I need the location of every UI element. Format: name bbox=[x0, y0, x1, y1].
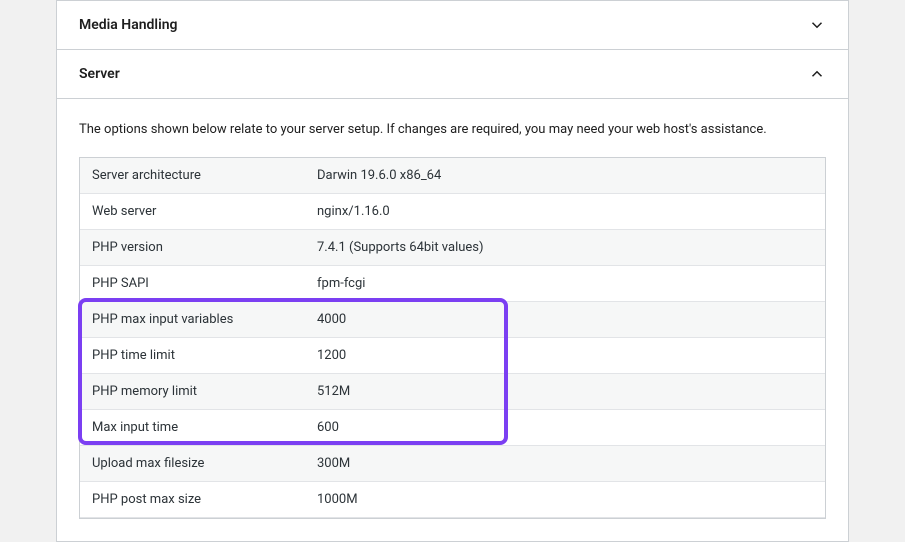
chevron-up-icon bbox=[808, 65, 826, 83]
row-value: 600 bbox=[305, 410, 825, 445]
table-row: PHP SAPI fpm-fcgi bbox=[80, 266, 825, 302]
chevron-down-icon bbox=[808, 16, 826, 34]
row-value: 1200 bbox=[305, 338, 825, 373]
row-label: Upload max filesize bbox=[80, 446, 305, 481]
row-label: Web server bbox=[80, 194, 305, 229]
media-handling-title: Media Handling bbox=[79, 17, 178, 33]
table-row: PHP post max size 1000M bbox=[80, 482, 825, 518]
row-value: 512M bbox=[305, 374, 825, 409]
table-row: PHP max input variables 4000 bbox=[80, 302, 825, 338]
row-label: PHP time limit bbox=[80, 338, 305, 373]
table-row: PHP memory limit 512M bbox=[80, 374, 825, 410]
table-row: PHP version 7.4.1 (Supports 64bit values… bbox=[80, 230, 825, 266]
row-label: PHP version bbox=[80, 230, 305, 265]
row-label: Server architecture bbox=[80, 158, 305, 193]
table-row: Server architecture Darwin 19.6.0 x86_64 bbox=[80, 158, 825, 194]
table-row: Web server nginx/1.16.0 bbox=[80, 194, 825, 230]
server-title: Server bbox=[79, 66, 120, 82]
table-row: Upload max filesize 300M bbox=[80, 446, 825, 482]
row-label: PHP memory limit bbox=[80, 374, 305, 409]
server-description: The options shown below relate to your s… bbox=[79, 121, 826, 139]
row-value: fpm-fcgi bbox=[305, 266, 825, 301]
row-label: PHP max input variables bbox=[80, 302, 305, 337]
row-label: PHP SAPI bbox=[80, 266, 305, 301]
media-handling-header[interactable]: Media Handling bbox=[57, 1, 848, 50]
server-body: The options shown below relate to your s… bbox=[57, 99, 848, 541]
row-value: 1000M bbox=[305, 482, 825, 517]
row-label: PHP post max size bbox=[80, 482, 305, 517]
server-info-table: Server architecture Darwin 19.6.0 x86_64… bbox=[79, 157, 826, 519]
row-label: Max input time bbox=[80, 410, 305, 445]
row-value: 300M bbox=[305, 446, 825, 481]
server-header[interactable]: Server bbox=[57, 50, 848, 99]
row-value: 7.4.1 (Supports 64bit values) bbox=[305, 230, 825, 265]
row-value: Darwin 19.6.0 x86_64 bbox=[305, 158, 825, 193]
table-row: PHP time limit 1200 bbox=[80, 338, 825, 374]
row-value: 4000 bbox=[305, 302, 825, 337]
row-value: nginx/1.16.0 bbox=[305, 194, 825, 229]
table-row: Max input time 600 bbox=[80, 410, 825, 446]
